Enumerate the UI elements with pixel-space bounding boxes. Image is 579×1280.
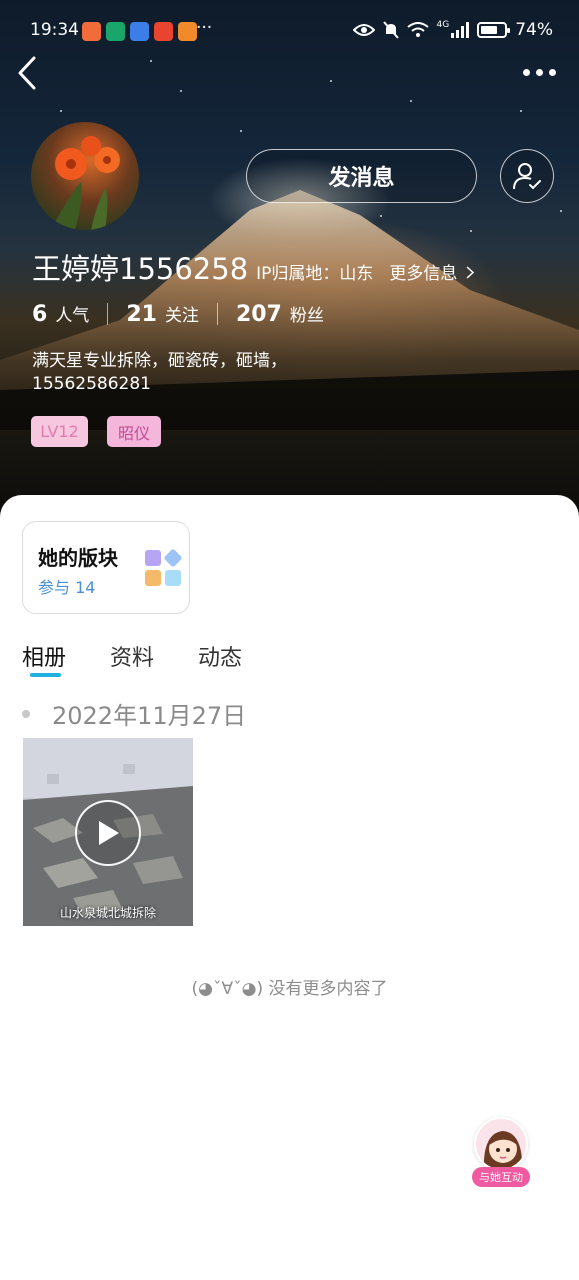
app-icon (154, 22, 173, 41)
cartoon-girl-avatar-icon (474, 1117, 528, 1171)
eye-icon (352, 24, 375, 36)
user-bio: 满天星专业拆除，砸瓷砖，砸墙， 15562586281 (32, 350, 352, 396)
more-options-button[interactable] (519, 58, 559, 86)
network-type-label: 4G (436, 20, 450, 30)
stat-value: 6 (32, 302, 48, 327)
chevron-right-icon (466, 266, 474, 279)
stat-followers[interactable]: 207 粉丝 (236, 301, 324, 327)
stat-label: 粉丝 (289, 306, 324, 326)
no-more-content-text: (◕ˇ∀ˇ◕) 没有更多内容了 (191, 979, 388, 999)
stat-value: 207 (235, 302, 282, 327)
status-bar: 19:34 ··· 4G 74% (0, 18, 579, 46)
chevron-left-icon (18, 56, 36, 90)
interact-with-her-button[interactable]: 与她互动 (470, 1117, 532, 1189)
mute-bell-icon (382, 21, 399, 39)
more-dots-icon (535, 68, 543, 76)
album-date-row: 2022年11月27日 (22, 696, 246, 731)
boards-grid-icon (143, 548, 183, 588)
tab-profile-info[interactable]: 资料 (110, 640, 154, 672)
tab-activity[interactable]: 动态 (198, 640, 242, 672)
divider (107, 303, 109, 325)
avatar[interactable] (31, 122, 139, 230)
back-button[interactable] (14, 55, 44, 91)
app-icon (130, 22, 149, 41)
user-check-icon (513, 163, 541, 190)
profile-stats: 6 人气 21 关注 207 粉丝 (32, 301, 324, 327)
more-notifications-indicator: ··· (196, 18, 213, 38)
stat-value: 21 (126, 302, 157, 327)
status-time: 19:34 (30, 20, 79, 40)
video-thumbnail[interactable]: 山水泉城北城拆除 (23, 738, 193, 926)
app-icon (106, 22, 125, 41)
bio-line: 满天星专业拆除，砸瓷砖，砸墙， (32, 351, 287, 371)
album-date: 2022年11月27日 (52, 702, 247, 730)
timeline-dot (22, 709, 30, 718)
stat-popularity[interactable]: 6 人气 (32, 301, 89, 327)
interact-label: 与她互动 (472, 1167, 530, 1187)
active-tab-indicator (30, 673, 61, 677)
play-icon (99, 821, 119, 845)
battery-percent: 74% (515, 20, 553, 40)
her-boards-card[interactable]: 她的版块 参与 14 (22, 521, 190, 614)
send-message-button[interactable]: 发消息 (246, 149, 477, 203)
level-badge[interactable]: LV12 (31, 416, 88, 447)
signal-icon (451, 22, 470, 38)
video-caption: 山水泉城北城拆除 (59, 906, 156, 920)
tab-album[interactable]: 相册 (22, 640, 66, 672)
stat-label: 关注 (164, 306, 199, 326)
stat-following[interactable]: 21 关注 (126, 301, 199, 327)
ip-location: IP归属地：山东 (256, 264, 374, 284)
battery-fill (481, 26, 498, 34)
more-dots-icon (548, 68, 556, 76)
app-icon (178, 22, 197, 41)
divider (216, 303, 218, 325)
board-card-count: 参与 14 (38, 578, 96, 597)
user-name: 王婷婷1556258 (32, 252, 249, 286)
notification-app-icons (82, 22, 197, 41)
play-button[interactable] (75, 800, 141, 866)
stat-label: 人气 (55, 306, 90, 326)
more-info-link[interactable]: 更多信息 (389, 259, 474, 284)
board-card-title: 她的版块 (38, 546, 118, 570)
bio-line: 15562586281 (32, 374, 151, 394)
app-icon (82, 22, 101, 41)
more-dots-icon (522, 68, 530, 76)
title-badge[interactable]: 昭仪 (107, 416, 161, 447)
profile-tabs: 相册 资料 动态 (22, 640, 242, 672)
lily-flower-image (51, 136, 120, 230)
follow-button[interactable] (500, 149, 554, 203)
profile-name-row: 王婷婷1556258 IP归属地：山东 更多信息 (32, 246, 474, 288)
battery-icon (477, 22, 511, 38)
more-info-label: 更多信息 (389, 264, 458, 284)
wifi-icon (406, 22, 429, 37)
